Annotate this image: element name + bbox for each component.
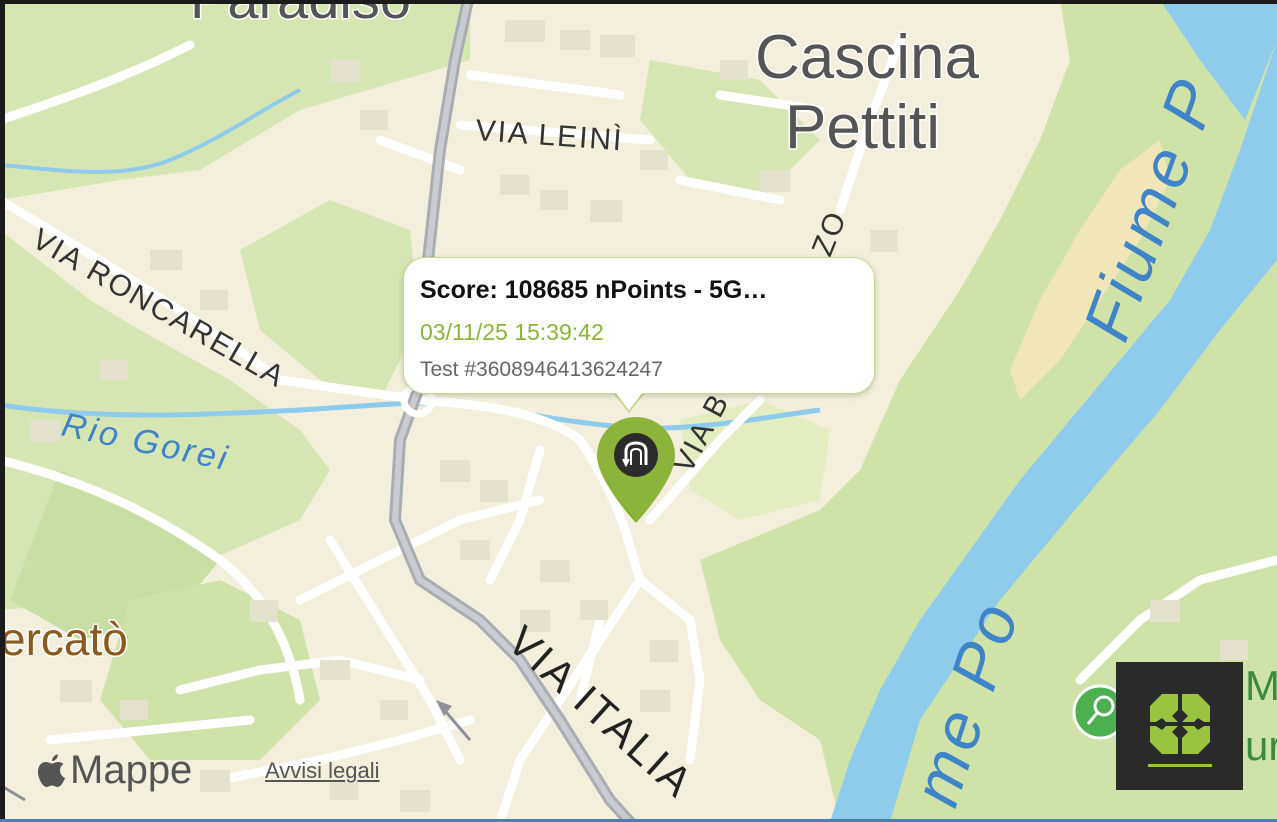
speedtest-icon xyxy=(614,433,658,477)
left-edge xyxy=(0,0,5,822)
test-result-popup[interactable]: Score: 108685 nPoints - 5G… 03/11/25 15:… xyxy=(403,257,875,394)
place-label-mercato: ercatò xyxy=(0,613,128,665)
app-logo-button[interactable] xyxy=(1116,662,1243,790)
poi-label-m: M xyxy=(1245,662,1277,709)
apple-logo-icon xyxy=(38,754,65,787)
popup-datetime: 03/11/25 15:39:42 xyxy=(420,319,604,345)
poi-label-ur: ur xyxy=(1245,722,1277,769)
legal-notices-link[interactable]: Avvisi legali xyxy=(265,758,380,784)
popup-title[interactable]: Score: 108685 nPoints - 5G… xyxy=(420,276,767,305)
place-label-pettiti: Pettiti xyxy=(785,93,940,162)
place-label-paradiso: Paradiso xyxy=(190,0,411,30)
logo-underline xyxy=(1148,764,1212,767)
place-label-cascina: Cascina xyxy=(755,23,980,92)
popup-test-id: Test #3608946413624247 xyxy=(420,358,663,381)
maps-attribution: Mappe xyxy=(36,748,192,793)
popup-tail xyxy=(615,392,643,410)
top-edge xyxy=(0,0,1277,4)
maps-brand-label: Mappe xyxy=(70,748,193,792)
map-pin-icon[interactable] xyxy=(595,415,677,527)
clover-logo-icon xyxy=(1150,694,1210,754)
